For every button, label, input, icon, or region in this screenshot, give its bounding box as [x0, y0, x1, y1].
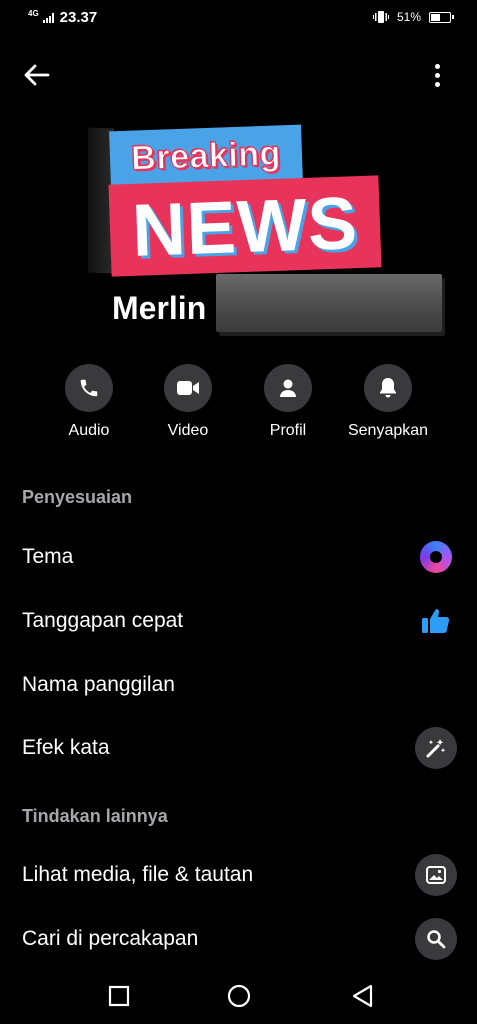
- video-circle[interactable]: [164, 364, 212, 412]
- search-icon-wrap: [415, 918, 457, 960]
- thumbs-icon-wrap: [415, 600, 457, 642]
- battery-icon: [429, 11, 454, 23]
- row-quick-reaction-label: Tanggapan cepat: [22, 609, 184, 632]
- nav-back-button[interactable]: [349, 982, 377, 1010]
- profile-label: Profil: [269, 422, 307, 439]
- phone-icon: [80, 379, 98, 397]
- mute-label: Senyapkan: [347, 422, 429, 439]
- back-button[interactable]: [20, 58, 54, 92]
- search-icon: [427, 930, 446, 949]
- audio-circle[interactable]: [65, 364, 113, 412]
- system-navigation-bar: [0, 968, 477, 1024]
- row-search-conversation-label: Cari di percakapan: [22, 927, 199, 950]
- triangle-back-icon: [352, 984, 373, 1008]
- bell-icon: [380, 378, 396, 398]
- row-view-media-label: Lihat media, file & tautan: [22, 863, 254, 886]
- profile-button[interactable]: Profil: [238, 364, 338, 440]
- status-bar: 4G 23.37 51%: [0, 0, 477, 38]
- banner-breaking-box: Breaking: [109, 124, 303, 188]
- banner-breaking-text: Breaking: [130, 133, 282, 178]
- status-time: 23.37: [59, 9, 98, 26]
- mute-button[interactable]: Senyapkan: [338, 364, 438, 440]
- audio-label: Audio: [68, 422, 110, 439]
- redacted-surname: [216, 274, 442, 332]
- status-left: 4G 23.37: [28, 9, 97, 26]
- network-type: 4G: [28, 8, 39, 18]
- row-quick-reaction[interactable]: Tanggapan cepat: [0, 592, 477, 650]
- theme-icon-wrap: [415, 536, 457, 578]
- banner-news-text: NEWS: [130, 180, 360, 272]
- row-theme[interactable]: Tema: [0, 528, 477, 586]
- battery-percent: 51%: [396, 10, 421, 24]
- image-icon: [426, 866, 446, 884]
- profile-name: Merlin: [112, 290, 207, 326]
- theme-gradient-icon: [420, 541, 452, 573]
- profile-banner: Breaking NEWS: [88, 124, 388, 278]
- conversation-settings-screen: 4G 23.37 51% Breaking NEWS Merlin Audio …: [0, 0, 477, 1024]
- square-icon: [108, 985, 130, 1007]
- row-nickname-label: Nama panggilan: [22, 673, 175, 696]
- video-call-button[interactable]: Video: [138, 364, 238, 440]
- vibrate-icon: [372, 11, 389, 23]
- mute-circle[interactable]: [364, 364, 412, 412]
- profile-circle[interactable]: [264, 364, 312, 412]
- signal-icon: [42, 12, 54, 23]
- media-icon-wrap: [415, 854, 457, 896]
- more-vertical-icon: [434, 63, 440, 69]
- quick-actions: Audio Video Profil Senyapkan: [0, 364, 477, 444]
- section-title-customization: Penyesuaian: [22, 487, 133, 507]
- row-theme-label: Tema: [22, 545, 74, 568]
- banner-news-box: NEWS: [108, 175, 382, 277]
- status-right: 51%: [372, 10, 454, 24]
- arrow-left-icon: [24, 64, 50, 86]
- home-button[interactable]: [225, 982, 253, 1010]
- row-view-media[interactable]: Lihat media, file & tautan: [0, 846, 477, 904]
- video-camera-icon: [177, 381, 199, 395]
- audio-call-button[interactable]: Audio: [39, 364, 139, 440]
- row-word-effects-label: Efek kata: [22, 736, 110, 759]
- row-search-conversation[interactable]: Cari di percakapan: [0, 910, 477, 968]
- section-title-more-actions: Tindakan lainnya: [22, 806, 168, 826]
- row-nickname[interactable]: Nama panggilan: [0, 656, 477, 714]
- word-effects-icon-wrap: [415, 727, 457, 769]
- more-options-button[interactable]: [427, 58, 447, 92]
- thumbs-up-icon: [422, 609, 450, 633]
- person-icon: [280, 379, 296, 397]
- row-word-effects[interactable]: Efek kata: [0, 719, 477, 777]
- profile-name-row: Merlin: [112, 274, 444, 334]
- recent-apps-button[interactable]: [105, 982, 133, 1010]
- video-label: Video: [167, 422, 209, 439]
- circle-icon: [227, 984, 251, 1008]
- magic-wand-icon: [426, 739, 446, 758]
